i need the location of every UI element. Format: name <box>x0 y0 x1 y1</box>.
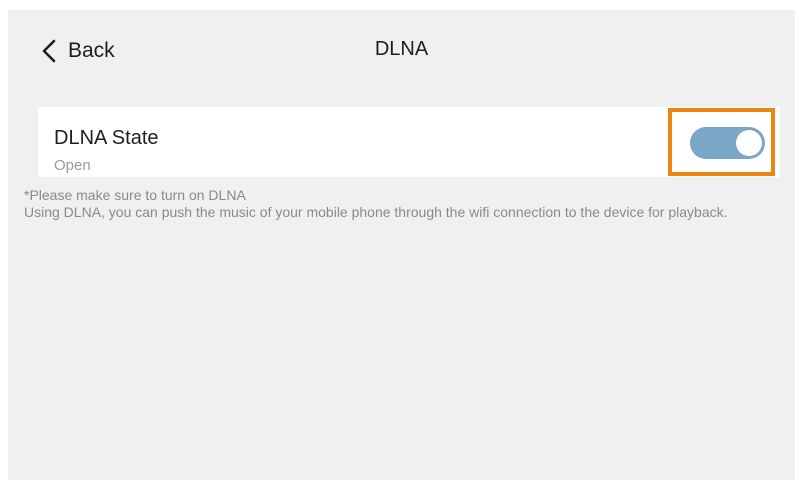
dlna-state-status: Open <box>54 157 91 174</box>
dlna-state-toggle[interactable] <box>690 127 765 159</box>
toggle-highlight-box <box>668 108 775 176</box>
header-bar: Back DLNA <box>8 10 795 90</box>
dlna-settings-screen: Back DLNA DLNA State Open *Please make s… <box>8 10 795 480</box>
page-title: DLNA <box>374 38 429 60</box>
note-line-1: *Please make sure to turn on DLNA <box>24 187 246 203</box>
note-line-2: Using DLNA, you can push the music of yo… <box>24 204 728 220</box>
dlna-state-row: DLNA State Open <box>38 107 780 177</box>
dlna-info-note: *Please make sure to turn on DLNA Using … <box>24 187 764 221</box>
dlna-state-label: DLNA State <box>54 127 159 149</box>
toggle-knob <box>736 130 762 156</box>
